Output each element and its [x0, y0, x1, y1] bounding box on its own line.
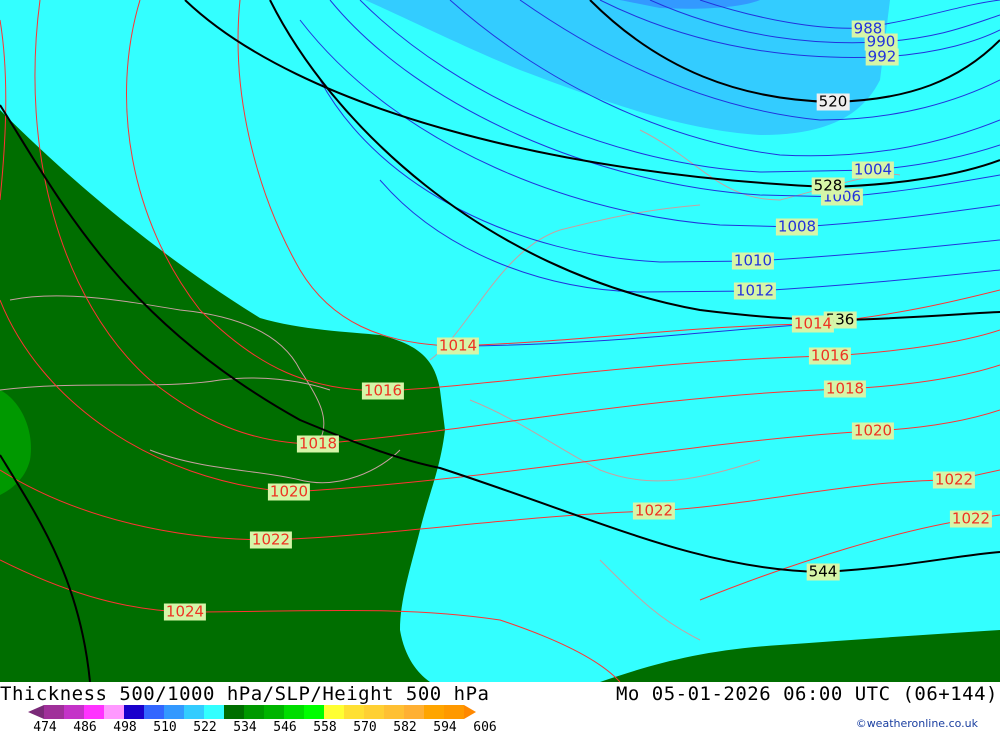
forecast-datetime: Mo 05-01-2026 06:00 UTC (06+144) — [615, 683, 998, 705]
legend-swatch — [264, 705, 284, 719]
isobar-label: 1008 — [775, 217, 819, 236]
slp-label: 1018 — [823, 379, 867, 398]
legend-swatch — [44, 705, 64, 719]
slp-label: 1014 — [436, 336, 480, 355]
legend-swatch — [244, 705, 264, 719]
legend-swatch — [324, 705, 344, 719]
isobar-label: 992 — [865, 47, 899, 66]
legend-tick-label: 570 — [353, 720, 377, 733]
legend-swatch — [424, 705, 444, 719]
isobar-label: 1004 — [851, 160, 895, 179]
color-legend — [28, 705, 476, 719]
legend-tick-label: 594 — [433, 720, 457, 733]
legend-swatch — [304, 705, 324, 719]
legend-tick-label: 546 — [273, 720, 297, 733]
legend-left-arrow-icon — [28, 705, 44, 719]
slp-label: 1014 — [791, 314, 835, 333]
slp-label: 1020 — [267, 482, 311, 501]
legend-tick-label: 510 — [153, 720, 177, 733]
legend-tick-label: 474 — [33, 720, 57, 733]
legend-swatch — [224, 705, 244, 719]
legend-swatch — [384, 705, 404, 719]
slp-label: 1024 — [163, 602, 207, 621]
legend-swatch — [64, 705, 84, 719]
legend-swatch — [84, 705, 104, 719]
slp-label: 1016 — [808, 346, 852, 365]
height-label: 528 — [811, 176, 845, 195]
slp-label: 1016 — [361, 381, 405, 400]
legend-right-arrow-icon — [464, 705, 476, 719]
legend-tick-label: 558 — [313, 720, 337, 733]
legend-tick-label: 582 — [393, 720, 417, 733]
slp-label: 1022 — [932, 470, 976, 489]
height-label: 544 — [806, 562, 840, 581]
legend-tick-label: 486 — [73, 720, 97, 733]
legend-swatch — [144, 705, 164, 719]
map-title: Thickness 500/1000 hPa/SLP/Height 500 hP… — [0, 683, 490, 705]
weather-map-view: 988 990 992 1004 1006 1008 1010 1012 520… — [0, 0, 1000, 733]
legend-swatch — [204, 705, 224, 719]
legend-swatch — [104, 705, 124, 719]
legend-swatch — [284, 705, 304, 719]
isobar-label: 1012 — [733, 281, 777, 300]
legend-swatch — [124, 705, 144, 719]
legend-swatch — [184, 705, 204, 719]
isobar-label: 1010 — [731, 251, 775, 270]
height-label: 520 — [816, 92, 850, 111]
copyright-link[interactable]: ©weatheronline.co.uk — [856, 717, 978, 730]
legend-swatch — [344, 705, 364, 719]
legend-tick-label: 534 — [233, 720, 257, 733]
legend-tick-label: 606 — [473, 720, 497, 733]
legend-tick-label: 498 — [113, 720, 137, 733]
map-canvas — [0, 0, 1000, 682]
legend-swatch — [364, 705, 384, 719]
slp-label: 1022 — [632, 501, 676, 520]
legend-swatch — [164, 705, 184, 719]
slp-label: 1022 — [949, 509, 993, 528]
legend-swatch — [404, 705, 424, 719]
legend-tick-label: 522 — [193, 720, 217, 733]
legend-swatch — [444, 705, 464, 719]
slp-label: 1020 — [851, 421, 895, 440]
slp-label: 1022 — [249, 530, 293, 549]
slp-label: 1018 — [296, 434, 340, 453]
